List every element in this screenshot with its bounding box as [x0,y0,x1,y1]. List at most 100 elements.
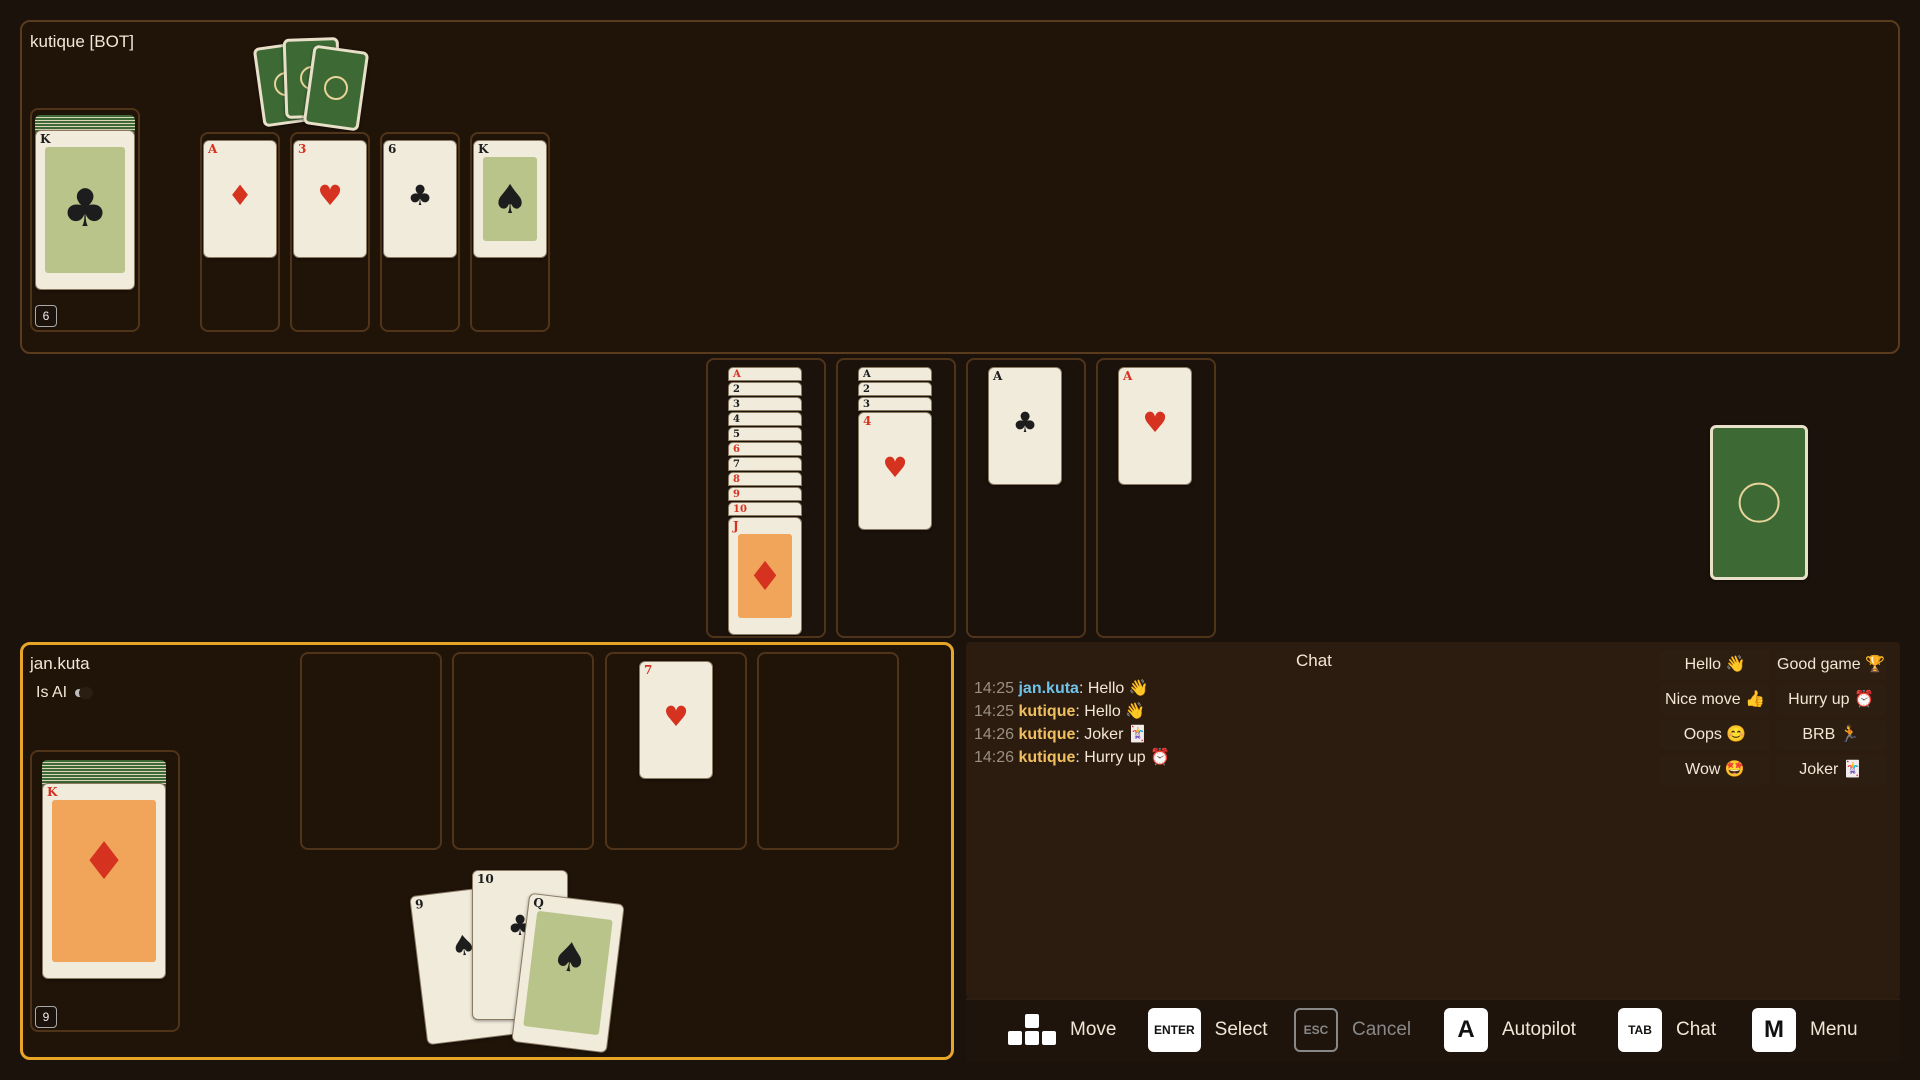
card-suit: ♦ [227,179,253,212]
card-rank: K [40,132,51,146]
building-pile-top-card[interactable]: J ♦ [728,517,802,635]
stacked-card-edge: 2 [728,382,802,396]
stacked-card-edge: 3 [728,397,802,411]
opponent-hand-card [302,44,370,132]
key-label: ESC [1303,1023,1329,1037]
control-hint-autopilot[interactable]: A Autopilot [1444,1008,1576,1052]
building-pile-top-card[interactable]: 4 ♥ [858,412,932,530]
card-rank: Q [532,895,545,911]
control-label: Chat [1676,1019,1717,1040]
opponent-discard-card: K ♠ [473,140,547,258]
player-name: jan.kuta [30,654,90,673]
stacked-card-edge: 7 [728,457,802,471]
chat-message: 14:25 jan.kuta: Hello 👋 [974,677,1654,700]
opponent-deck-count: 6 [35,305,57,327]
opponent-discard-card: 6 ♣ [383,140,457,258]
chat-message: 14:25 kutique: Hello 👋 [974,700,1654,723]
quick-chat-button[interactable]: Good game 🏆 [1776,650,1886,680]
card-rank: A [993,369,1003,383]
quick-chat-button[interactable]: Oops 😊 [1660,720,1770,750]
enter-key-icon: ENTER [1148,1008,1201,1052]
control-hint-move[interactable]: Move [1008,1010,1116,1050]
card-suit: ♣ [61,179,109,239]
face-card-art: ♣ [45,147,125,273]
chat-username: kutique [1018,749,1076,766]
key-label: M [1764,1016,1784,1043]
card-suit: ♦ [80,832,128,892]
stacked-card-edge: 9 [728,487,802,501]
player-discard-slot[interactable] [300,652,442,850]
card-suit: ♥ [317,179,343,212]
card-rank: K [47,785,58,799]
face-card-art: ♠ [483,157,537,241]
control-label: Move [1070,1019,1117,1040]
control-label: Menu [1810,1019,1858,1040]
chat-timestamp: 14:25 [974,680,1019,697]
control-hint-menu[interactable]: M Menu [1752,1008,1858,1052]
card-rank: J [733,519,739,533]
building-pile-top-card[interactable]: A ♥ [1118,367,1192,485]
quick-chat-button[interactable]: Nice move 👍 [1660,685,1770,715]
stacked-card-edge: 10 [728,502,802,516]
face-card-art: ♦ [52,800,156,962]
card-suit: ♥ [663,700,689,733]
face-card-art: ♦ [738,534,792,618]
chat-timestamp: 14:25 [974,703,1019,720]
quick-chat-button[interactable]: Hurry up ⏰ [1776,685,1886,715]
card-rank: K [478,142,489,156]
player-deck-top-card[interactable]: K ♦ [42,783,166,979]
chat-message: 14:26 kutique: Joker 🃏 [974,723,1654,746]
stacked-card-edge: 3 [858,397,932,411]
tab-key-icon: TAB [1618,1008,1662,1052]
opponent-discard-card: 3 ♥ [293,140,367,258]
quick-chat-button[interactable]: Wow 🤩 [1660,755,1770,785]
player-discard-slot[interactable] [757,652,899,850]
quick-chat-button[interactable]: BRB 🏃 [1776,720,1886,750]
stacked-card-edge: 6 [728,442,802,456]
stacked-card-edge: 8 [728,472,802,486]
chat-username: jan.kuta [1018,680,1079,697]
control-label: Select [1214,1019,1268,1040]
chat-text: : Joker 🃏 [1075,726,1148,743]
card-rank: 9 [414,896,425,912]
chat-username: kutique [1018,726,1076,743]
control-hint-chat[interactable]: TAB Chat [1618,1008,1717,1052]
key-label: A [1457,1016,1475,1043]
card-suit: ♥ [882,451,908,484]
stacked-card-edge: A [728,367,802,381]
chat-title: Chat [1296,651,1332,670]
is-ai-toggle[interactable]: Is AI [36,684,94,702]
control-hint-select[interactable]: ENTER Select [1148,1008,1268,1052]
quick-chat-button[interactable]: Joker 🃏 [1776,755,1886,785]
player-discard-card[interactable]: 7 ♥ [639,661,713,779]
is-ai-label: Is AI [36,684,68,701]
card-rank: A [208,142,218,156]
stacked-card-edge: A [858,367,932,381]
player-discard-slot[interactable] [452,652,594,850]
chat-log: 14:25 jan.kuta: Hello 👋 14:25 kutique: He… [974,677,1654,769]
card-rank: 6 [388,142,397,156]
control-hint-cancel[interactable]: ESC Cancel [1294,1008,1412,1052]
stacked-card-edge: 4 [728,412,802,426]
card-rank: 3 [298,142,307,156]
card-suit: ♠ [549,933,591,984]
card-rank: 4 [863,414,872,428]
chat-timestamp: 14:26 [974,749,1019,766]
card-suit: ♣ [407,179,433,212]
control-label: Cancel [1352,1019,1412,1040]
player-deck-count: 9 [35,1006,57,1028]
card-rank: 10 [477,872,494,886]
draw-pile[interactable] [1710,425,1808,580]
m-key-icon: M [1752,1008,1796,1052]
player-hand-card[interactable]: Q ♠ [511,892,625,1054]
card-suit: ♠ [492,177,528,223]
face-card-art: ♠ [523,910,613,1036]
opponent-name: kutique [BOT] [30,32,134,51]
opponent-discard-card: A ♦ [203,140,277,258]
chat-timestamp: 14:26 [974,726,1019,743]
chat-text: : Hello 👋 [1075,703,1146,720]
quick-chat-button[interactable]: Hello 👋 [1660,650,1770,680]
a-key-icon: A [1444,1008,1488,1052]
card-rank: A [1123,369,1133,383]
building-pile-top-card[interactable]: A ♣ [988,367,1062,485]
